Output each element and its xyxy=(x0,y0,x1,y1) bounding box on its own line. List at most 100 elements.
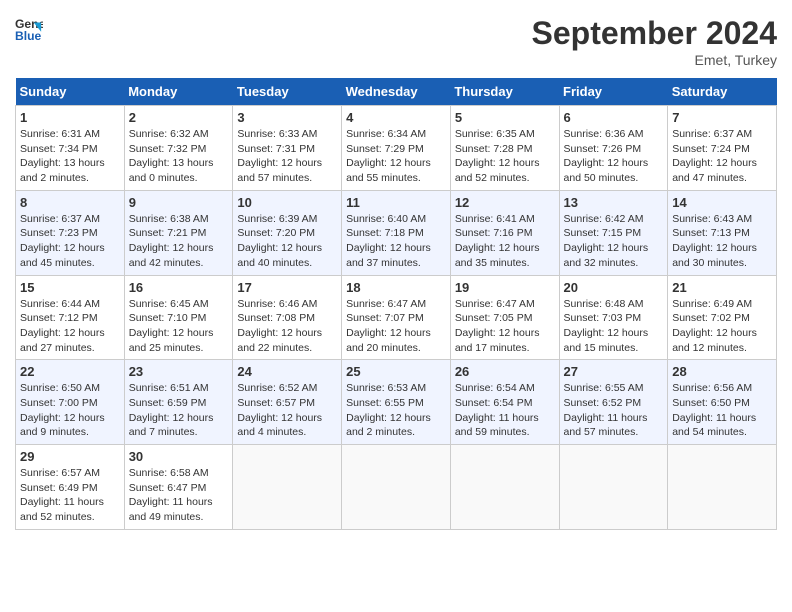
day-info: Sunrise: 6:31 AM Sunset: 7:34 PM Dayligh… xyxy=(20,127,120,186)
calendar-cell: 19 Sunrise: 6:47 AM Sunset: 7:05 PM Dayli… xyxy=(450,275,559,360)
day-info: Sunrise: 6:48 AM Sunset: 7:03 PM Dayligh… xyxy=(564,297,664,356)
calendar-cell: 14 Sunrise: 6:43 AM Sunset: 7:13 PM Dayli… xyxy=(668,190,777,275)
day-info: Sunrise: 6:47 AM Sunset: 7:05 PM Dayligh… xyxy=(455,297,555,356)
calendar-cell: 23 Sunrise: 6:51 AM Sunset: 6:59 PM Dayli… xyxy=(124,360,233,445)
calendar-cell: 16Sunrise: 6:45 AM Sunset: 7:10 PM Dayli… xyxy=(124,275,233,360)
calendar-cell: 22 Sunrise: 6:50 AM Sunset: 7:00 PM Dayli… xyxy=(16,360,125,445)
day-info: Sunrise: 6:39 AM Sunset: 7:20 PM Dayligh… xyxy=(237,212,337,271)
day-info: Sunrise: 6:53 AM Sunset: 6:55 PM Dayligh… xyxy=(346,381,446,440)
calendar-cell: 29Sunrise: 6:57 AM Sunset: 6:49 PM Dayli… xyxy=(16,445,125,530)
day-number: 4 xyxy=(346,110,446,125)
calendar-cell: 9Sunrise: 6:38 AM Sunset: 7:21 PM Daylig… xyxy=(124,190,233,275)
day-number: 26 xyxy=(455,364,555,379)
day-number: 22 xyxy=(20,364,120,379)
calendar-cell: 26 Sunrise: 6:54 AM Sunset: 6:54 PM Dayli… xyxy=(450,360,559,445)
day-info: Sunrise: 6:35 AM Sunset: 7:28 PM Dayligh… xyxy=(455,127,555,186)
day-info: Sunrise: 6:42 AM Sunset: 7:15 PM Dayligh… xyxy=(564,212,664,271)
weekday-header-tuesday: Tuesday xyxy=(233,78,342,106)
day-info: Sunrise: 6:58 AM Sunset: 6:47 PM Dayligh… xyxy=(129,466,229,525)
day-number: 12 xyxy=(455,195,555,210)
calendar-cell: 17 Sunrise: 6:46 AM Sunset: 7:08 PM Dayli… xyxy=(233,275,342,360)
month-title: September 2024 xyxy=(532,15,777,52)
calendar-cell: 15 Sunrise: 6:44 AM Sunset: 7:12 PM Dayli… xyxy=(16,275,125,360)
day-number: 24 xyxy=(237,364,337,379)
calendar-cell: 10 Sunrise: 6:39 AM Sunset: 7:20 PM Dayli… xyxy=(233,190,342,275)
weekday-header-thursday: Thursday xyxy=(450,78,559,106)
calendar-cell xyxy=(559,445,668,530)
calendar-cell: 18 Sunrise: 6:47 AM Sunset: 7:07 PM Dayli… xyxy=(342,275,451,360)
day-info: Sunrise: 6:37 AM Sunset: 7:24 PM Dayligh… xyxy=(672,127,772,186)
calendar-cell: 5 Sunrise: 6:35 AM Sunset: 7:28 PM Daylig… xyxy=(450,106,559,191)
calendar-cell: 2Sunrise: 6:32 AM Sunset: 7:32 PM Daylig… xyxy=(124,106,233,191)
day-info: Sunrise: 6:50 AM Sunset: 7:00 PM Dayligh… xyxy=(20,381,120,440)
day-info: Sunrise: 6:56 AM Sunset: 6:50 PM Dayligh… xyxy=(672,381,772,440)
location: Emet, Turkey xyxy=(532,52,777,68)
calendar-cell xyxy=(342,445,451,530)
weekday-header-sunday: Sunday xyxy=(16,78,125,106)
calendar-cell: 27 Sunrise: 6:55 AM Sunset: 6:52 PM Dayli… xyxy=(559,360,668,445)
weekday-header-wednesday: Wednesday xyxy=(342,78,451,106)
day-info: Sunrise: 6:34 AM Sunset: 7:29 PM Dayligh… xyxy=(346,127,446,186)
day-number: 30 xyxy=(129,449,229,464)
day-number: 5 xyxy=(455,110,555,125)
day-info: Sunrise: 6:36 AM Sunset: 7:26 PM Dayligh… xyxy=(564,127,664,186)
calendar-cell: 28 Sunrise: 6:56 AM Sunset: 6:50 PM Dayli… xyxy=(668,360,777,445)
day-info: Sunrise: 6:55 AM Sunset: 6:52 PM Dayligh… xyxy=(564,381,664,440)
weekday-header-friday: Friday xyxy=(559,78,668,106)
logo: General Blue xyxy=(15,15,43,43)
day-info: Sunrise: 6:44 AM Sunset: 7:12 PM Dayligh… xyxy=(20,297,120,356)
calendar-cell: 7Sunrise: 6:37 AM Sunset: 7:24 PM Daylig… xyxy=(668,106,777,191)
calendar-table: SundayMondayTuesdayWednesdayThursdayFrid… xyxy=(15,78,777,530)
day-number: 13 xyxy=(564,195,664,210)
day-info: Sunrise: 6:41 AM Sunset: 7:16 PM Dayligh… xyxy=(455,212,555,271)
calendar-cell: 20 Sunrise: 6:48 AM Sunset: 7:03 PM Dayli… xyxy=(559,275,668,360)
svg-text:Blue: Blue xyxy=(15,29,42,43)
day-info: Sunrise: 6:43 AM Sunset: 7:13 PM Dayligh… xyxy=(672,212,772,271)
day-number: 19 xyxy=(455,280,555,295)
calendar-cell: 24 Sunrise: 6:52 AM Sunset: 6:57 PM Dayli… xyxy=(233,360,342,445)
calendar-cell: 30 Sunrise: 6:58 AM Sunset: 6:47 PM Dayli… xyxy=(124,445,233,530)
day-number: 28 xyxy=(672,364,772,379)
day-info: Sunrise: 6:40 AM Sunset: 7:18 PM Dayligh… xyxy=(346,212,446,271)
day-info: Sunrise: 6:37 AM Sunset: 7:23 PM Dayligh… xyxy=(20,212,120,271)
day-info: Sunrise: 6:52 AM Sunset: 6:57 PM Dayligh… xyxy=(237,381,337,440)
day-info: Sunrise: 6:46 AM Sunset: 7:08 PM Dayligh… xyxy=(237,297,337,356)
day-number: 9 xyxy=(129,195,229,210)
logo-icon: General Blue xyxy=(15,15,43,43)
day-number: 8 xyxy=(20,195,120,210)
day-number: 25 xyxy=(346,364,446,379)
day-number: 17 xyxy=(237,280,337,295)
calendar-cell: 12 Sunrise: 6:41 AM Sunset: 7:16 PM Dayli… xyxy=(450,190,559,275)
day-info: Sunrise: 6:51 AM Sunset: 6:59 PM Dayligh… xyxy=(129,381,229,440)
day-number: 27 xyxy=(564,364,664,379)
day-info: Sunrise: 6:33 AM Sunset: 7:31 PM Dayligh… xyxy=(237,127,337,186)
calendar-cell: 21Sunrise: 6:49 AM Sunset: 7:02 PM Dayli… xyxy=(668,275,777,360)
day-number: 20 xyxy=(564,280,664,295)
calendar-cell: 6 Sunrise: 6:36 AM Sunset: 7:26 PM Daylig… xyxy=(559,106,668,191)
day-number: 15 xyxy=(20,280,120,295)
day-number: 16 xyxy=(129,280,229,295)
calendar-cell: 25 Sunrise: 6:53 AM Sunset: 6:55 PM Dayli… xyxy=(342,360,451,445)
day-number: 6 xyxy=(564,110,664,125)
page-header: General Blue September 2024 Emet, Turkey xyxy=(15,15,777,68)
calendar-cell xyxy=(233,445,342,530)
calendar-cell xyxy=(668,445,777,530)
day-number: 18 xyxy=(346,280,446,295)
day-number: 11 xyxy=(346,195,446,210)
day-number: 1 xyxy=(20,110,120,125)
day-info: Sunrise: 6:49 AM Sunset: 7:02 PM Dayligh… xyxy=(672,297,772,356)
day-info: Sunrise: 6:47 AM Sunset: 7:07 PM Dayligh… xyxy=(346,297,446,356)
calendar-cell: 13 Sunrise: 6:42 AM Sunset: 7:15 PM Dayli… xyxy=(559,190,668,275)
day-number: 3 xyxy=(237,110,337,125)
day-info: Sunrise: 6:32 AM Sunset: 7:32 PM Dayligh… xyxy=(129,127,229,186)
day-number: 23 xyxy=(129,364,229,379)
calendar-cell: 11 Sunrise: 6:40 AM Sunset: 7:18 PM Dayli… xyxy=(342,190,451,275)
calendar-cell: 3 Sunrise: 6:33 AM Sunset: 7:31 PM Daylig… xyxy=(233,106,342,191)
weekday-header-monday: Monday xyxy=(124,78,233,106)
calendar-cell xyxy=(450,445,559,530)
day-number: 10 xyxy=(237,195,337,210)
day-info: Sunrise: 6:54 AM Sunset: 6:54 PM Dayligh… xyxy=(455,381,555,440)
day-number: 29 xyxy=(20,449,120,464)
day-number: 14 xyxy=(672,195,772,210)
calendar-cell: 1 Sunrise: 6:31 AM Sunset: 7:34 PM Daylig… xyxy=(16,106,125,191)
